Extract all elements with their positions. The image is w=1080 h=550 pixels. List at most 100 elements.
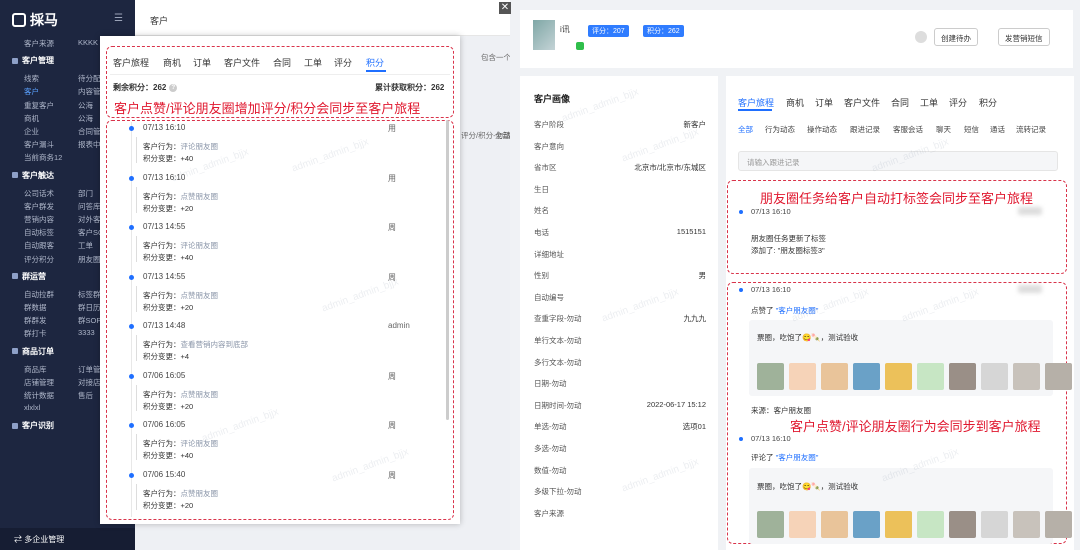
sidebar-item[interactable]: 工单 <box>78 240 93 251</box>
journey-tab[interactable]: 积分 <box>979 96 997 109</box>
profile-field-label: 性别 <box>534 271 549 281</box>
journey-filter-tab[interactable]: 聊天 <box>936 124 951 135</box>
menu-toggle-icon[interactable]: ☰ <box>114 13 123 24</box>
change-label: 积分变更： <box>143 253 181 262</box>
post-image[interactable] <box>853 363 880 390</box>
sidebar-item[interactable]: 群群发 <box>24 315 47 326</box>
sidebar-item[interactable]: 客户群发 <box>24 201 54 212</box>
journey-filter-tab[interactable]: 客服会话 <box>893 124 923 135</box>
entry-bar <box>136 483 137 510</box>
sidebar-item[interactable]: 公海 <box>78 113 93 124</box>
entry-bar <box>136 236 137 262</box>
post-image[interactable] <box>885 363 912 390</box>
post-image[interactable] <box>821 511 848 538</box>
post-image[interactable] <box>949 363 976 390</box>
multi-enterprise-button[interactable]: ⇄ 多企业管理 <box>0 528 135 550</box>
sidebar-item[interactable]: 群打卡 <box>24 328 47 339</box>
sidebar-item[interactable]: 企业 <box>24 126 39 137</box>
sidebar-item[interactable]: 部门 <box>78 188 93 199</box>
sidebar-item[interactable]: 群日历 <box>78 302 101 313</box>
sidebar-item[interactable]: 标签群 <box>78 289 101 300</box>
journey-tab[interactable]: 评分 <box>949 96 967 109</box>
profile-field-value: 1515151 <box>676 227 706 236</box>
journey-tab[interactable]: 合同 <box>891 96 909 109</box>
action-label: 客户行为： <box>143 191 181 201</box>
entry-action: 客户行为：点赞朋友圈 <box>143 290 218 301</box>
sidebar-item[interactable]: 评分积分 <box>24 254 54 265</box>
sidebar-item[interactable]: 内容管 <box>78 86 101 97</box>
sidebar-item[interactable]: 自动标签 <box>24 227 54 238</box>
entry-change: 积分变更：+40 <box>143 153 193 164</box>
journey-filter-tab[interactable]: 跟进记录 <box>850 124 880 135</box>
post-image[interactable] <box>917 363 944 390</box>
sidebar-item[interactable]: 客户漏斗 <box>24 139 54 150</box>
sidebar-item[interactable]: 统计数据 <box>24 390 54 401</box>
post-image[interactable] <box>917 511 944 538</box>
send-sms-button[interactable]: 发营销短信 <box>998 28 1050 46</box>
post-image[interactable] <box>789 511 816 538</box>
sidebar-group-label: 客户识别 <box>22 421 54 431</box>
sidebar-item[interactable]: 报表中 <box>78 139 101 150</box>
sidebar-item[interactable]: 客户 <box>24 86 39 97</box>
journey-tab[interactable]: 工单 <box>920 96 938 109</box>
post-image[interactable] <box>789 363 816 390</box>
journey-filter-tab[interactable]: 通话 <box>990 124 1005 135</box>
journey-filter-tab[interactable]: 流转记录 <box>1016 124 1046 135</box>
sidebar-item[interactable]: 订单管 <box>78 364 101 375</box>
sidebar-item[interactable]: 自动拉群 <box>24 289 54 300</box>
sidebar-item[interactable]: 当前商务12 <box>24 152 62 163</box>
change-label: 积分变更： <box>143 302 181 312</box>
sidebar-item[interactable]: 售后 <box>78 390 93 401</box>
active-tab-underline <box>738 109 772 111</box>
group-icon <box>12 172 18 179</box>
sidebar-item[interactable]: 待分配 <box>78 73 101 84</box>
journey-filter-tab[interactable]: 行为动态 <box>765 124 795 135</box>
journey-filter-tab[interactable]: 全部 <box>738 124 753 135</box>
sidebar-item[interactable]: 对外客 <box>78 214 101 225</box>
post-image[interactable] <box>1013 511 1040 538</box>
sidebar-item[interactable]: 公海 <box>78 100 93 111</box>
sidebar-item[interactable]: 重复客户 <box>24 100 54 111</box>
sidebar-item[interactable]: 问答库 <box>78 201 101 212</box>
sidebar-item[interactable]: 线索 <box>24 73 39 84</box>
sidebar-item[interactable]: 朋友圈 <box>78 254 101 265</box>
entry-change: 积分变更：+4 <box>143 351 189 362</box>
sidebar-item[interactable]: KKKK <box>78 38 98 47</box>
journey-filter-tab[interactable]: 短信 <box>964 124 979 135</box>
sidebar-item[interactable]: 对接店 <box>78 377 101 388</box>
sidebar-item[interactable]: 商品库 <box>24 364 47 375</box>
sidebar-item[interactable]: 群SOP <box>78 315 101 326</box>
sidebar-item[interactable]: 店铺管理 <box>24 377 54 388</box>
favorite-icon[interactable] <box>915 31 927 43</box>
sidebar-item[interactable]: 合同管 <box>78 126 101 137</box>
post-image[interactable] <box>821 363 848 390</box>
journey-tab[interactable]: 客户文件 <box>844 96 880 109</box>
create-task-button[interactable]: 创建待办 <box>934 28 978 46</box>
sidebar-item[interactable]: 营销内容 <box>24 214 54 225</box>
journey-tab[interactable]: 客户旅程 <box>738 96 774 109</box>
post-image[interactable] <box>1045 511 1072 538</box>
sidebar-item[interactable]: 群数据 <box>24 302 47 313</box>
sidebar-item[interactable]: 商机 <box>24 113 39 124</box>
journey-tab[interactable]: 商机 <box>786 96 804 109</box>
post-image[interactable] <box>949 511 976 538</box>
post-image[interactable] <box>757 511 784 538</box>
post-image[interactable] <box>1045 363 1072 390</box>
journey-tab[interactable]: 订单 <box>815 96 833 109</box>
sidebar-item[interactable]: 公司话术 <box>24 188 54 199</box>
sidebar-item[interactable]: 客户来源 <box>24 38 54 49</box>
post-image[interactable] <box>1013 363 1040 390</box>
sidebar-item[interactable]: 自动跟客 <box>24 240 54 251</box>
post-image[interactable] <box>885 511 912 538</box>
post-image[interactable] <box>853 511 880 538</box>
post-image[interactable] <box>757 363 784 390</box>
sidebar-item[interactable]: xlxlxl <box>24 403 40 412</box>
profile-field-label: 日期时间-勿动 <box>534 400 582 410</box>
close-icon[interactable]: ✕ <box>499 2 511 14</box>
popup-scrollbar[interactable] <box>446 120 449 420</box>
journey-filter-tab[interactable]: 操作动态 <box>807 124 837 135</box>
post-image[interactable] <box>981 511 1008 538</box>
sidebar-item[interactable]: 3333 <box>78 328 95 337</box>
post-image[interactable] <box>981 363 1008 390</box>
app-logo[interactable]: 採马 <box>12 10 58 30</box>
